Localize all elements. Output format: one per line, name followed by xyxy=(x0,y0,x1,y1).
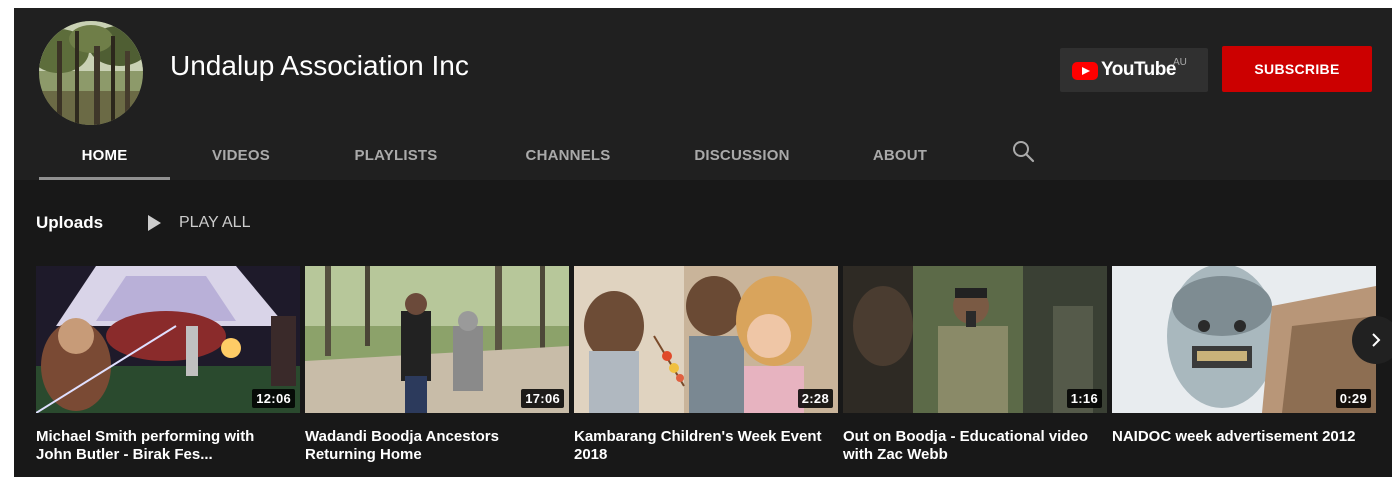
video-title[interactable]: NAIDOC week advertisement 2012 xyxy=(1112,428,1362,464)
section-title[interactable]: Uploads xyxy=(36,213,103,233)
video-thumbnail[interactable]: 12:06 xyxy=(36,266,300,413)
video-duration: 0:29 xyxy=(1335,389,1371,408)
chevron-right-icon xyxy=(1372,333,1381,347)
video-title[interactable]: Michael Smith performing with John Butle… xyxy=(36,428,286,464)
play-all-button[interactable]: PLAY ALL xyxy=(148,210,250,236)
video-card[interactable]: 1:16 Out on Boodja - Educational video w… xyxy=(843,266,1107,464)
channel-avatar[interactable] xyxy=(39,21,143,125)
subscribe-button[interactable]: SUBSCRIBE xyxy=(1222,46,1372,92)
video-title[interactable]: Kambarang Children's Week Event 2018 xyxy=(574,428,824,464)
video-thumbnail[interactable]: 1:16 xyxy=(843,266,1107,413)
channel-page: Undalup Association Inc YouTube AU SUBSC… xyxy=(14,8,1392,477)
video-duration: 1:16 xyxy=(1066,389,1102,408)
youtube-play-logo-icon xyxy=(1072,62,1098,80)
channel-name[interactable]: Undalup Association Inc xyxy=(170,50,469,82)
play-all-label: PLAY ALL xyxy=(179,214,251,231)
video-duration: 12:06 xyxy=(252,389,295,408)
tab-discussion[interactable]: DISCUSSION xyxy=(678,130,806,180)
tab-about[interactable]: ABOUT xyxy=(860,130,940,180)
video-card[interactable]: 12:06 Michael Smith performing with John… xyxy=(36,266,300,464)
channel-header: Undalup Association Inc YouTube AU SUBSC… xyxy=(14,8,1392,180)
video-card[interactable]: 0:29 NAIDOC week advertisement 2012 xyxy=(1112,266,1376,464)
video-duration: 2:28 xyxy=(797,389,833,408)
video-duration: 17:06 xyxy=(521,389,564,408)
region-code: AU xyxy=(1173,57,1187,68)
play-icon xyxy=(148,215,161,231)
video-thumbnail[interactable]: 0:29 xyxy=(1112,266,1376,413)
video-card[interactable]: 2:28 Kambarang Children's Week Event 201… xyxy=(574,266,838,464)
search-icon[interactable] xyxy=(1010,138,1038,166)
shelf-next-button[interactable] xyxy=(1352,316,1392,364)
youtube-wordmark: YouTube xyxy=(1101,59,1176,80)
youtube-region-badge[interactable]: YouTube AU xyxy=(1060,48,1208,92)
video-title[interactable]: Wadandi Boodja Ancestors Returning Home xyxy=(305,428,555,464)
video-thumbnail[interactable]: 2:28 xyxy=(574,266,838,413)
tab-playlists[interactable]: PLAYLISTS xyxy=(336,130,456,180)
tab-channels[interactable]: CHANNELS xyxy=(509,130,627,180)
video-card[interactable]: 17:06 Wadandi Boodja Ancestors Returning… xyxy=(305,266,569,464)
tab-home[interactable]: HOME xyxy=(39,130,170,180)
video-thumbnail[interactable]: 17:06 xyxy=(305,266,569,413)
video-title[interactable]: Out on Boodja - Educational video with Z… xyxy=(843,428,1093,464)
tab-videos[interactable]: VIDEOS xyxy=(191,130,291,180)
